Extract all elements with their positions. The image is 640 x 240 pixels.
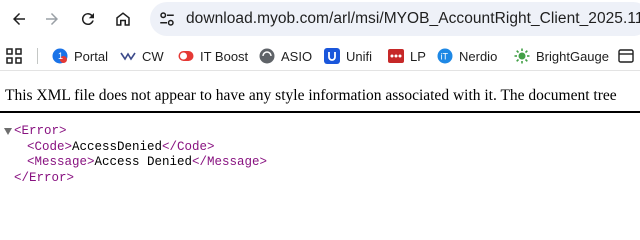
xml-line-error-close: </Error> bbox=[0, 171, 640, 187]
site-info-icon[interactable] bbox=[158, 10, 176, 28]
forward-button[interactable] bbox=[37, 4, 67, 34]
bookmark-label: BrightGauge bbox=[536, 48, 609, 64]
bookmark-unifi[interactable]: Unifi bbox=[324, 46, 372, 66]
bookmark-label: IT Boost bbox=[200, 48, 249, 64]
xml-tag: </Error> bbox=[14, 170, 75, 185]
xml-style-notice: This XML file does not appear to have an… bbox=[0, 71, 640, 113]
svg-text:1: 1 bbox=[58, 51, 63, 61]
brightgauge-icon bbox=[514, 48, 530, 64]
bookmark-label: LP bbox=[410, 48, 426, 64]
bookmark-it-boost[interactable]: IT Boost bbox=[178, 46, 248, 66]
portal-icon: 1 bbox=[52, 48, 68, 64]
bookmark-icon bbox=[618, 49, 634, 63]
xml-tag: </Message> bbox=[192, 155, 268, 169]
home-button[interactable] bbox=[108, 4, 138, 34]
reload-icon bbox=[81, 13, 94, 26]
bookmarks-bar: 1 Portal CW IT Boost ASIO Unifi LP iT Ne… bbox=[0, 40, 640, 71]
xml-text: Access Denied bbox=[94, 155, 193, 169]
svg-text:iT: iT bbox=[441, 52, 449, 62]
bookmark-label: ASIO bbox=[281, 48, 313, 64]
home-icon bbox=[116, 12, 130, 26]
xml-line-code: <Code>AccessDenied</Code> bbox=[0, 140, 640, 156]
xml-text: AccessDenied bbox=[72, 139, 163, 154]
bookmark-asio[interactable]: ASIO bbox=[259, 46, 312, 66]
bookmark-brightgauge[interactable]: BrightGauge bbox=[514, 46, 609, 66]
notice-text: This XML file does not appear to have an… bbox=[5, 87, 617, 104]
xml-tag: <Message> bbox=[27, 155, 95, 169]
back-button[interactable] bbox=[4, 4, 34, 34]
bookmark-label: CW bbox=[142, 48, 164, 64]
bookmark-label: Unifi bbox=[346, 48, 373, 64]
bookmark-overflow[interactable] bbox=[618, 46, 640, 66]
collapse-triangle-icon[interactable] bbox=[4, 128, 12, 135]
xml-tree: <Error> <Code>AccessDenied</Code> <Messa… bbox=[0, 124, 640, 186]
bookmark-cw[interactable]: CW bbox=[120, 46, 164, 66]
bookmark-label: Nerdio bbox=[459, 48, 498, 64]
apps-grid-icon bbox=[6, 48, 22, 64]
bookmark-nerdio[interactable]: iT Nerdio bbox=[437, 46, 497, 66]
it-boost-icon bbox=[178, 51, 194, 61]
bookmark-label: Portal bbox=[74, 48, 108, 64]
forward-arrow-icon bbox=[46, 13, 58, 25]
reload-button[interactable] bbox=[73, 4, 103, 34]
browser-toolbar: download.myob.com/arl/msi/MYOB_AccountRi… bbox=[0, 0, 640, 38]
cw-icon bbox=[120, 52, 136, 61]
apps-button[interactable] bbox=[6, 46, 22, 66]
address-bar[interactable]: download.myob.com/arl/msi/MYOB_AccountRi… bbox=[150, 2, 640, 36]
lp-icon bbox=[388, 49, 404, 63]
bookmark-portal[interactable]: 1 Portal bbox=[52, 46, 108, 66]
bookmarks-divider bbox=[37, 48, 38, 64]
nerdio-icon: iT bbox=[437, 48, 453, 64]
xml-line-error-open: <Error> bbox=[0, 124, 640, 140]
xml-line-message: <Message>Access Denied</Message> bbox=[0, 155, 640, 171]
bookmark-lp[interactable]: LP bbox=[388, 46, 426, 66]
xml-tag: <Code> bbox=[27, 139, 73, 154]
back-arrow-icon bbox=[13, 13, 25, 25]
xml-tag: </Code> bbox=[162, 139, 215, 154]
xml-tag: <Error> bbox=[14, 124, 67, 138]
unifi-icon bbox=[324, 48, 340, 64]
url-text[interactable]: download.myob.com/arl/msi/MYOB_AccountRi… bbox=[186, 10, 640, 28]
asio-icon bbox=[259, 48, 275, 64]
